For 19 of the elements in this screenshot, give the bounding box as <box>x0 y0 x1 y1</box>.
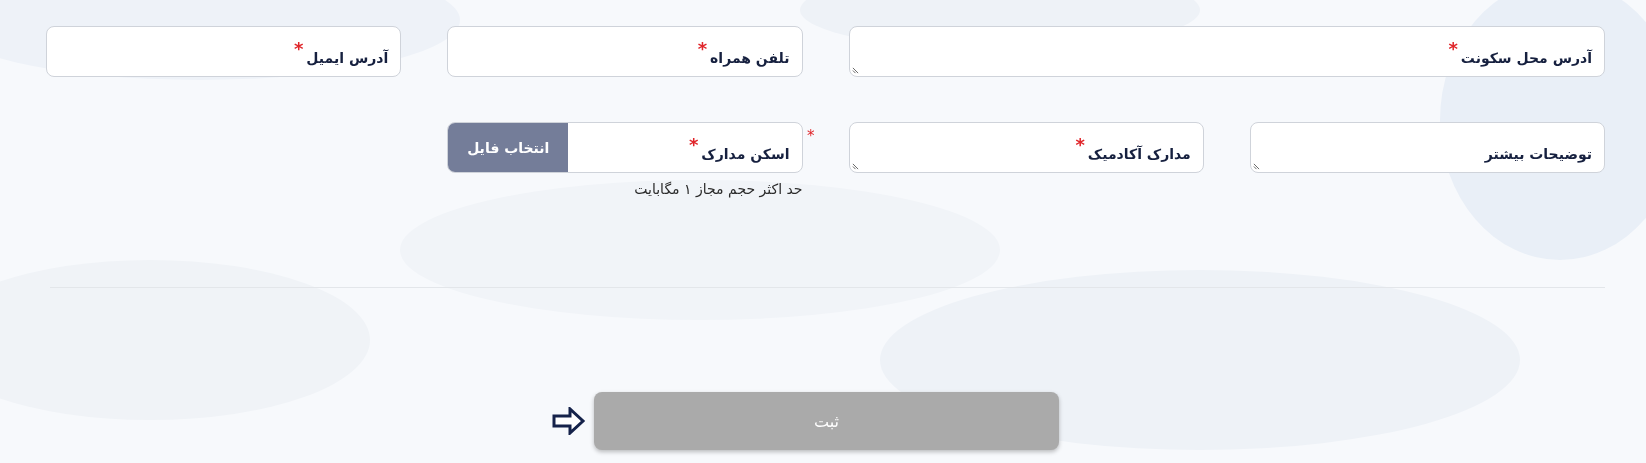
required-mark: * <box>1075 138 1085 152</box>
field-label: آدرس محل سکونت <box>1460 48 1592 68</box>
required-mark: * <box>688 138 699 152</box>
field-label: آدرس ایمیل <box>306 48 389 68</box>
field-label: تلفن همراه <box>710 49 790 68</box>
choose-file-button[interactable]: انتخاب فایل <box>448 123 569 172</box>
field-label: مدارک آکادمیک <box>1087 144 1191 164</box>
required-mark: * <box>807 130 815 142</box>
resize-handle-icon[interactable] <box>851 67 859 74</box>
field-label: اسکن مدارک <box>701 145 790 164</box>
field-label: توضیحات بیشتر <box>1484 145 1592 164</box>
resize-handle-icon[interactable] <box>1252 163 1260 170</box>
required-mark: * <box>1448 42 1458 56</box>
resize-handle-icon[interactable] <box>851 163 859 170</box>
text-area[interactable]: توضیحات بیشتر <box>1249 122 1605 173</box>
hint-text: حد اکثر حجم مجاز ۱ مگابایت <box>633 181 803 197</box>
arrow-right-icon <box>552 407 586 435</box>
required-mark: * <box>697 42 708 56</box>
required-mark: * <box>293 42 304 56</box>
